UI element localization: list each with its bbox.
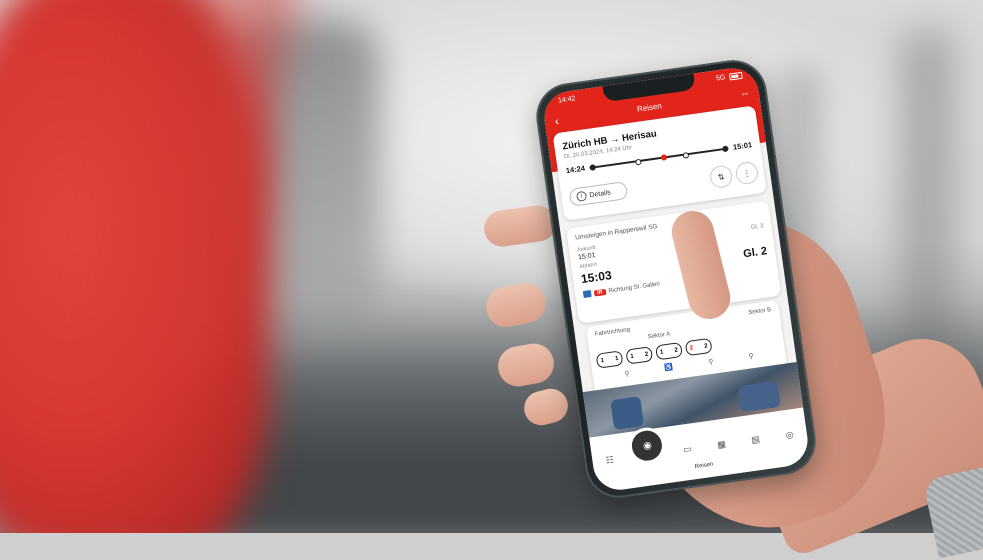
start-stop-dot — [589, 163, 596, 171]
swap-icon[interactable]: ⇅ — [708, 164, 734, 190]
direction-label: Fahrtrichtung — [594, 326, 631, 338]
train-direction: Richtung St. Gallen — [608, 280, 661, 294]
intermediate-stop-dot — [682, 151, 690, 159]
finger — [482, 279, 550, 331]
end-stop-dot — [721, 144, 729, 152]
timetable-icon[interactable]: ☷ — [599, 453, 620, 467]
details-button[interactable]: i Details — [568, 181, 629, 207]
details-label: Details — [589, 188, 612, 199]
sector-a-label: Sektor A — [647, 331, 671, 341]
train-badge: IR — [593, 288, 606, 296]
coach-car[interactable]: 12 — [625, 346, 654, 365]
change-stop-dot — [660, 153, 668, 161]
tab-reisen-label: Reisen — [694, 461, 714, 471]
train-tab-icon[interactable]: ▤ — [745, 433, 766, 447]
coach-car[interactable]: 11 — [595, 350, 624, 369]
sbb-logo-icon: ⇔ — [739, 88, 750, 101]
status-indicators: 5G — [715, 71, 743, 83]
change-arrival-time: 15:01 — [577, 252, 596, 262]
departure-label: Abfahrt — [579, 261, 598, 271]
profile-icon[interactable]: ◎ — [779, 428, 800, 442]
departure-time: 14:24 — [565, 163, 586, 176]
wheelchair-icon: ♿ — [664, 364, 674, 373]
phone-screen: 14:42 5G ‹ Reisen ⇔ Zürich HB → Herisau … — [541, 64, 811, 494]
finger — [520, 385, 572, 429]
status-time: 14:42 — [557, 95, 576, 105]
bicycle-icon: ⚲ — [748, 352, 755, 361]
coach-car[interactable]: 12 — [655, 341, 683, 361]
arrival-track: Gl. 3 — [750, 223, 764, 232]
finger — [494, 340, 558, 390]
signal-label: 5G — [715, 74, 726, 83]
train-icon — [582, 289, 592, 299]
coach-car[interactable]: 22 — [684, 337, 713, 357]
chevron-left-icon[interactable]: ‹ — [554, 113, 560, 127]
train-seat — [610, 396, 645, 431]
battery-icon — [728, 71, 743, 81]
intermediate-stop-dot — [634, 158, 642, 165]
info-icon: i — [575, 190, 588, 202]
departure-track: Gl. 2 — [742, 245, 768, 261]
arrival-time: 15:01 — [732, 140, 753, 152]
page-title: Reisen — [636, 101, 663, 114]
bicycle-icon: ⚲ — [707, 358, 715, 367]
change-departure-time: 15:03 — [580, 268, 613, 287]
more-options-icon[interactable]: ⋮ — [734, 160, 760, 186]
journeys-tab-icon[interactable]: ◉ — [630, 428, 665, 463]
finger — [481, 203, 559, 249]
train-seat — [737, 380, 781, 413]
ticket-icon[interactable]: ▭ — [677, 442, 698, 456]
qr-code-icon[interactable]: ▦ — [711, 437, 732, 451]
change-title: Umsteigen in Rapperswil SG — [574, 223, 659, 242]
bicycle-icon: ⚲ — [624, 370, 631, 379]
sector-b-label: Sektor B — [748, 307, 772, 317]
